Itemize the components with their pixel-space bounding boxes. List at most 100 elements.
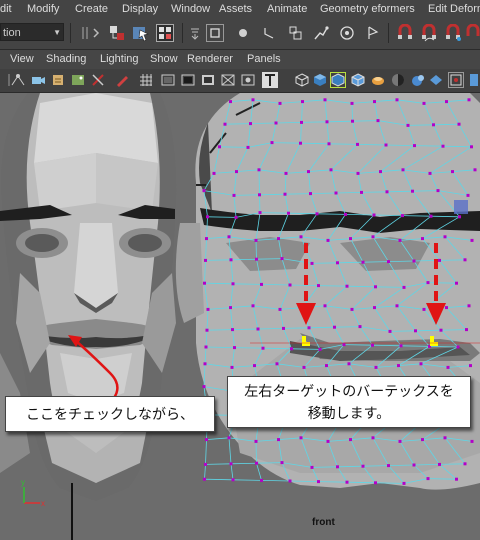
misc-mask-icon[interactable] <box>364 24 382 42</box>
mesh-vertex[interactable] <box>317 284 320 288</box>
mesh-vertex[interactable] <box>277 438 280 442</box>
mesh-vertex[interactable] <box>347 362 351 366</box>
mesh-vertex[interactable] <box>336 465 339 469</box>
mesh-vertex[interactable] <box>206 215 209 219</box>
mesh-vertex[interactable] <box>205 438 208 442</box>
mesh-vertex[interactable] <box>227 235 231 239</box>
mesh-vertex[interactable] <box>414 329 417 333</box>
mesh-vertex[interactable] <box>231 328 234 332</box>
mesh-vertex[interactable] <box>278 307 282 311</box>
mesh-vertex[interactable] <box>336 261 339 265</box>
mesh-vertex[interactable] <box>204 462 207 466</box>
mesh-vertex[interactable] <box>445 100 448 104</box>
safe-action-icon[interactable] <box>240 72 256 88</box>
mesh-vertex[interactable] <box>401 168 405 172</box>
mesh-vertex[interactable] <box>451 170 454 174</box>
mesh-vertex[interactable] <box>202 189 206 193</box>
mesh-vertex[interactable] <box>395 304 399 308</box>
mesh-vertex[interactable] <box>261 346 265 350</box>
mesh-vertex[interactable] <box>325 120 329 124</box>
mesh-vertex[interactable] <box>457 122 461 126</box>
mesh-vertex[interactable] <box>467 98 471 102</box>
mesh-vertex[interactable] <box>230 365 234 369</box>
mesh-vertex[interactable] <box>258 211 262 215</box>
mesh-vertex[interactable] <box>465 328 468 332</box>
mesh-vertex[interactable] <box>302 365 306 369</box>
mesh-vertex[interactable] <box>374 365 378 369</box>
mesh-vertex[interactable] <box>203 362 207 366</box>
mesh-vertex[interactable] <box>458 215 461 219</box>
mesh-vertex[interactable] <box>358 325 362 329</box>
mesh-vertex[interactable] <box>456 345 460 349</box>
mesh-vertex[interactable] <box>327 142 331 146</box>
mesh-vertex[interactable] <box>203 281 206 285</box>
gate-mask-icon[interactable] <box>200 72 216 88</box>
camera-attributes-icon[interactable] <box>30 72 46 88</box>
menu-window[interactable]: Window <box>171 3 210 15</box>
mesh-vertex[interactable] <box>349 438 352 442</box>
mesh-vertex[interactable] <box>323 98 327 102</box>
panel-menu-panels[interactable]: Panels <box>247 53 281 65</box>
film-gate-icon[interactable] <box>160 72 176 88</box>
mesh-vertex[interactable] <box>260 478 263 482</box>
panel-menu-lighting[interactable]: Lighting <box>100 53 139 65</box>
mesh-vertex[interactable] <box>288 283 292 287</box>
mesh-vertex[interactable] <box>253 364 256 368</box>
grease-pencil-icon[interactable] <box>114 72 130 88</box>
mesh-vertex[interactable] <box>318 347 322 351</box>
mesh-vertex[interactable] <box>371 436 375 440</box>
mesh-vertex[interactable] <box>445 306 448 310</box>
mesh-vertex[interactable] <box>229 462 233 466</box>
panel-menu-renderer[interactable]: Renderer <box>187 53 233 65</box>
mesh-vertex[interactable] <box>345 480 349 484</box>
mesh-vertex[interactable] <box>422 101 426 105</box>
mesh-vertex[interactable] <box>283 192 287 196</box>
mesh-vertex[interactable] <box>441 144 445 148</box>
mesh-vertex[interactable] <box>258 193 261 197</box>
mesh-vertex[interactable] <box>351 119 354 123</box>
mesh-vertex[interactable] <box>443 235 447 239</box>
filter-arrow-icon[interactable] <box>186 24 204 42</box>
mesh-vertex[interactable] <box>426 281 430 285</box>
field-chart-icon[interactable] <box>220 72 236 88</box>
mesh-vertex[interactable] <box>371 235 375 239</box>
mesh-vertex[interactable] <box>428 171 432 175</box>
mesh-vertex[interactable] <box>282 326 285 330</box>
mesh-vertex[interactable] <box>288 479 292 483</box>
mesh-vertex[interactable] <box>385 190 389 194</box>
mesh-vertex[interactable] <box>307 170 310 174</box>
snap-point-icon[interactable] <box>444 24 462 42</box>
mesh-vertex[interactable] <box>361 260 365 264</box>
mesh-vertex[interactable] <box>412 463 416 467</box>
mesh-vertex[interactable] <box>204 258 207 262</box>
mesh-vertex[interactable] <box>212 171 216 175</box>
mesh-vertex[interactable] <box>260 282 263 286</box>
more-tools-icon[interactable] <box>466 72 480 88</box>
menu-animate[interactable]: Animate <box>267 3 307 15</box>
menu-geometry-deformers[interactable]: Geometry eformers <box>320 3 415 15</box>
mesh-vertex[interactable] <box>326 439 330 443</box>
select-camera-icon[interactable] <box>10 72 26 88</box>
mesh-vertex[interactable] <box>463 462 467 466</box>
mesh-vertex[interactable] <box>301 100 304 104</box>
viewport-front[interactable]: x y <box>0 93 480 540</box>
ambient-occlusion-icon[interactable] <box>410 72 426 88</box>
mesh-vertex[interactable] <box>280 257 284 261</box>
mesh-vertex[interactable] <box>249 122 252 126</box>
menu-modify[interactable]: Modify <box>27 3 59 15</box>
textured-icon[interactable] <box>350 72 366 88</box>
mesh-vertex[interactable] <box>345 284 349 288</box>
mesh-vertex[interactable] <box>372 213 376 217</box>
point-mask-icon[interactable] <box>234 24 252 42</box>
snap-view-icon[interactable] <box>464 24 480 42</box>
mesh-vertex[interactable] <box>438 258 441 262</box>
bookmark-icon[interactable] <box>50 72 66 88</box>
mesh-vertex[interactable] <box>280 461 284 465</box>
mesh-vertex[interactable] <box>384 143 388 147</box>
mesh-vertex[interactable] <box>246 145 250 149</box>
mesh-vertex[interactable] <box>412 259 416 263</box>
mesh-vertex[interactable] <box>387 260 390 264</box>
mesh-vertex[interactable] <box>229 306 232 310</box>
mesh-vertex[interactable] <box>469 364 472 368</box>
mesh-vertex[interactable] <box>315 212 319 216</box>
